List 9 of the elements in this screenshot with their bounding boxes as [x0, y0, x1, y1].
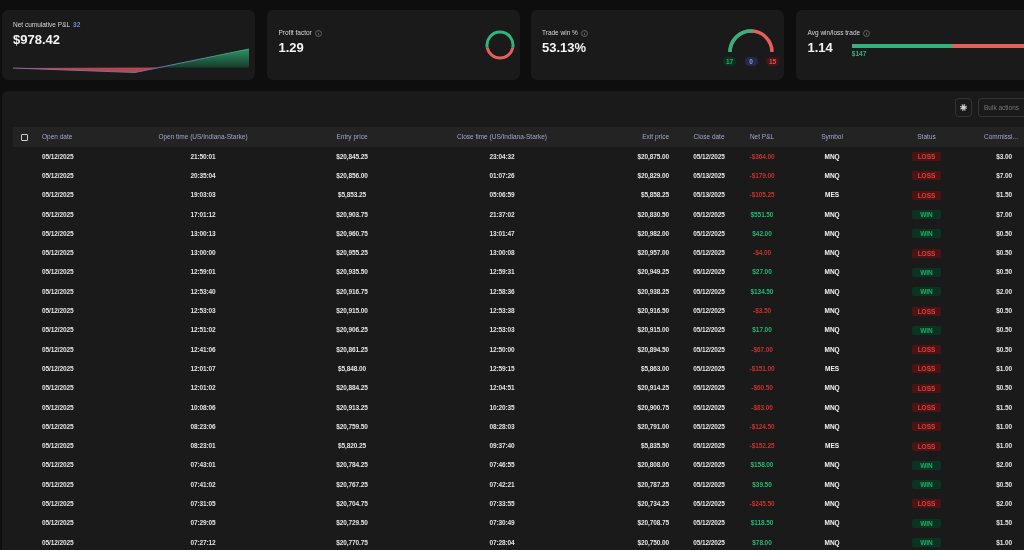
loss-arc — [485, 47, 514, 60]
card-value: 1.14 — [807, 40, 833, 55]
settings-button[interactable] — [955, 98, 972, 117]
card-value: 53.13% — [542, 40, 588, 55]
select-all-checkbox[interactable] — [21, 133, 28, 141]
card-value: 1.29 — [278, 40, 305, 55]
gear-icon — [960, 104, 967, 111]
card-value: $978.42 — [13, 32, 61, 47]
profit-arc — [485, 30, 514, 48]
